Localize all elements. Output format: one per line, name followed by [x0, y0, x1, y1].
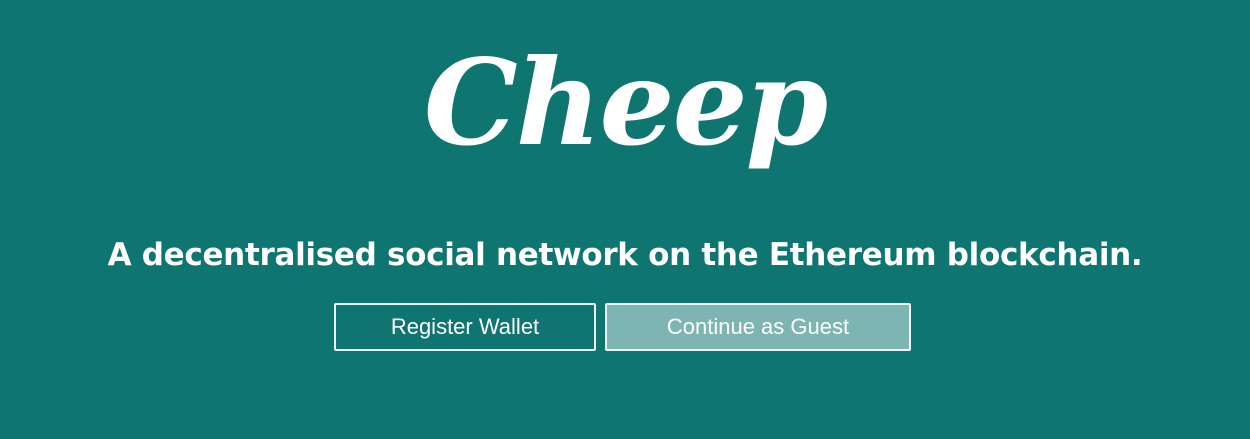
tagline: A decentralised social network on the Et…	[107, 237, 1143, 273]
cheep-logo: Cheep	[423, 33, 828, 172]
continue-as-guest-button[interactable]: Continue as Guest	[605, 303, 911, 351]
action-buttons: Register Wallet Continue as Guest	[334, 303, 911, 351]
register-wallet-button[interactable]: Register Wallet	[334, 303, 596, 351]
